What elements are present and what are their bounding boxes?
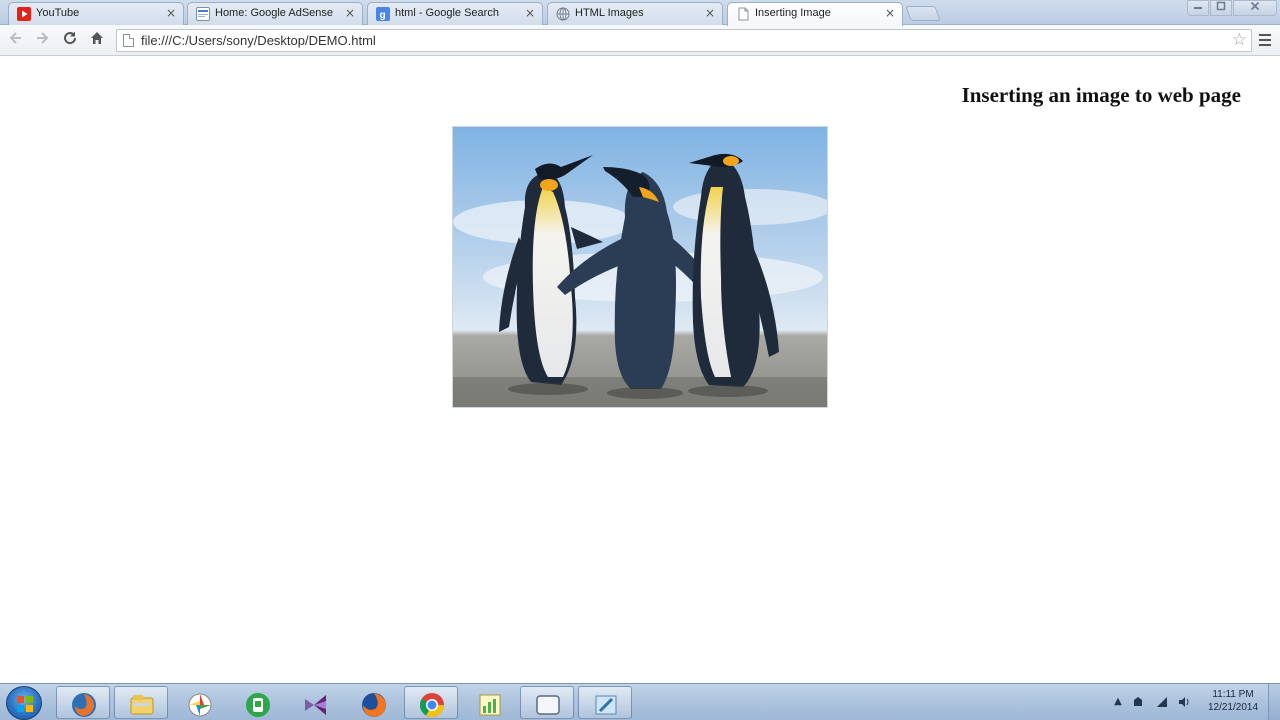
tab-strip: YouTube × Home: Google AdSense × g html … [0,0,1280,26]
file-explorer-icon [130,695,154,715]
tab-adsense[interactable]: Home: Google AdSense × [187,2,363,25]
chrome-icon [419,693,444,718]
url-text[interactable]: file:///C:/Users/sony/Desktop/DEMO.html [141,33,376,48]
tab-title: Home: Google AdSense [215,7,334,19]
forward-icon[interactable] [31,30,53,50]
picasa-icon [188,693,212,717]
close-window-icon[interactable] [1233,0,1277,16]
penguins-image [452,126,828,408]
back-icon[interactable] [5,30,27,50]
tab-title: html - Google Search [395,7,499,19]
window-app-icon [536,695,560,715]
maximize-icon[interactable] [1210,0,1232,16]
svg-text:g: g [380,10,386,21]
taskbar: ▲ 11:11 PM 12/21/2014 [0,683,1280,720]
taskbar-picasa-button[interactable] [172,686,226,719]
tab-inserting-image[interactable]: Inserting Image × [727,2,903,26]
visual-studio-icon [305,695,326,715]
taskbar-window-app-button[interactable] [520,686,574,719]
clock-date: 12/21/2014 [1207,702,1259,713]
tab-close-icon[interactable]: × [704,6,716,20]
start-button[interactable] [6,686,42,720]
browser-toolbar: file:///C:/Users/sony/Desktop/DEMO.html … [0,25,1280,56]
volume-icon[interactable] [1178,696,1190,708]
tab-close-icon[interactable]: × [524,6,536,20]
page-content: Inserting an image to web page [0,57,1280,683]
green-app-icon [246,693,270,717]
tab-close-icon[interactable]: × [884,6,896,20]
firefox-icon [362,693,386,717]
adsense-icon [196,7,210,21]
screen: YouTube × Home: Google AdSense × g html … [0,0,1280,720]
system-tray: ▲ [1108,686,1204,718]
tab-title: HTML Images [575,7,644,19]
clock[interactable]: 11:11 PM 12/21/2014 [1200,688,1266,714]
tab-title: YouTube [36,7,80,19]
taskbar-firefox-alt-button[interactable] [56,686,110,719]
new-tab-button[interactable] [905,6,941,21]
taskbar-green-app-button[interactable] [230,686,284,719]
network-icon[interactable] [1156,696,1168,708]
tab-google-search[interactable]: g html - Google Search × [367,2,543,25]
globe-icon [556,7,570,21]
page-icon [123,34,134,47]
tab-html-images[interactable]: HTML Images × [547,2,723,25]
taskbar-chart-app-button[interactable] [462,686,516,719]
paint-app-icon [595,695,617,715]
show-desktop-button[interactable] [1268,684,1280,720]
tab-close-icon[interactable]: × [165,6,177,20]
tab-youtube[interactable]: YouTube × [8,2,184,25]
taskbar-chrome-button[interactable] [404,686,458,719]
google-search-icon: g [376,7,390,21]
taskbar-paint-app-button[interactable] [578,686,632,719]
chart-app-icon [479,694,501,716]
taskbar-firefox-button[interactable] [346,686,400,719]
tab-close-icon[interactable]: × [344,6,356,20]
clock-time: 11:11 PM [1212,689,1254,700]
page-icon [736,7,750,21]
taskbar-file-explorer-button[interactable] [114,686,168,719]
page-heading: Inserting an image to web page [961,83,1241,107]
windows-logo-icon [17,696,33,712]
tab-title: Inserting Image [755,7,831,19]
address-bar[interactable]: file:///C:/Users/sony/Desktop/DEMO.html … [116,29,1252,52]
minimize-icon[interactable] [1187,0,1209,16]
menu-icon[interactable] [1256,31,1274,49]
home-icon[interactable] [86,30,108,50]
firefox-alt-icon [72,693,96,717]
action-center-icon[interactable] [1132,696,1144,708]
taskbar-visual-studio-button[interactable] [288,686,342,719]
bookmark-star-icon[interactable]: ☆ [1232,30,1247,50]
reload-icon[interactable] [59,30,81,50]
show-hidden-icons-icon[interactable]: ▲ [1112,696,1124,708]
youtube-icon [17,7,31,21]
